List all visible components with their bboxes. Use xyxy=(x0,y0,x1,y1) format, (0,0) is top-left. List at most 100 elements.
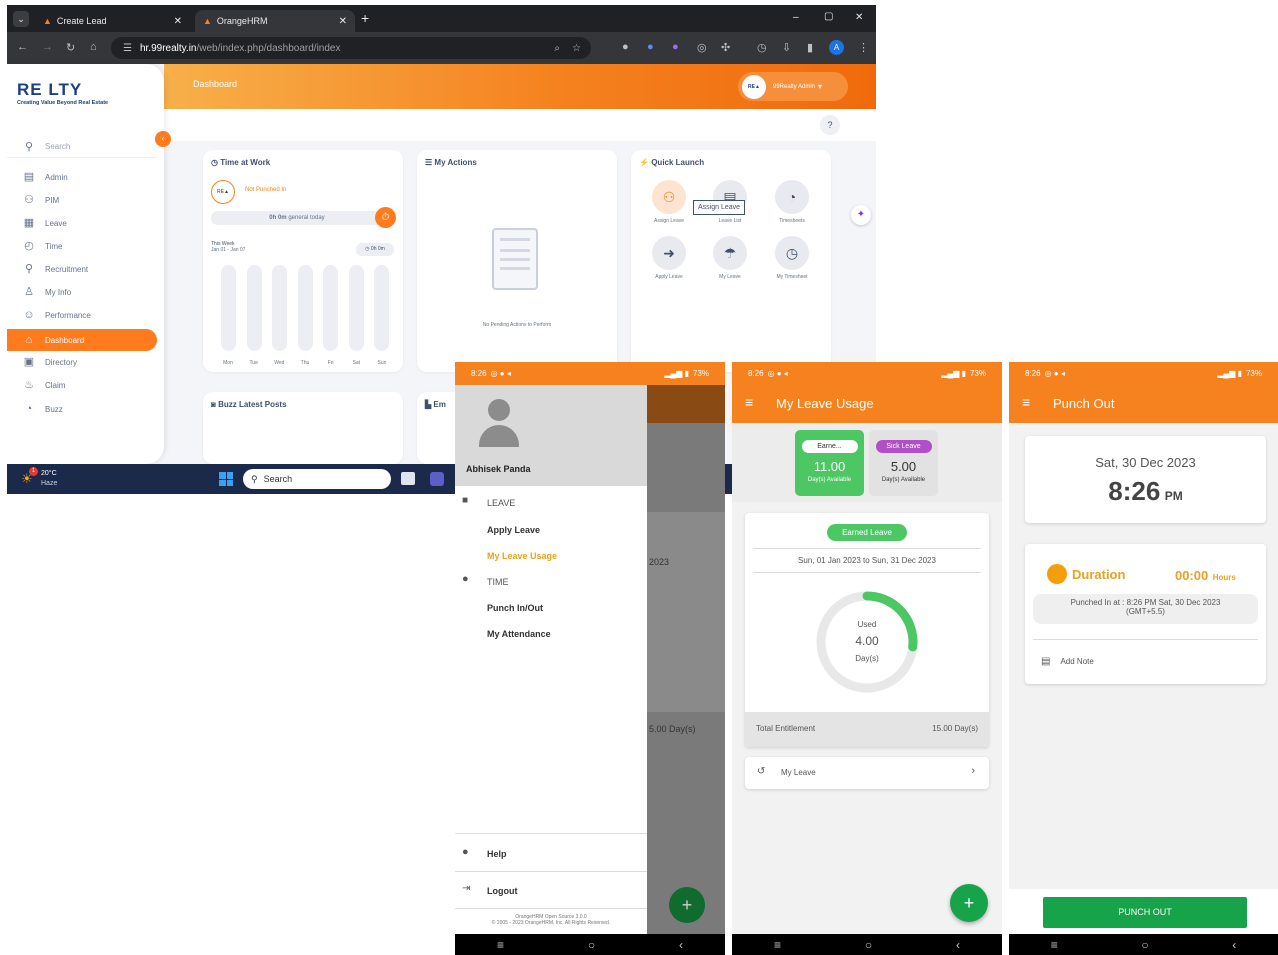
quick-launch-my-leave[interactable]: ☂ My Leave xyxy=(710,236,750,280)
sidebar-item-time[interactable]: ◴ Time xyxy=(7,235,157,257)
extension-icon[interactable]: ● xyxy=(622,41,629,53)
quick-launch-timesheets[interactable]: ◔ Timesheets xyxy=(772,180,812,224)
punch-out-button[interactable]: PUNCH OUT xyxy=(1043,897,1247,928)
sidebar-item-admin[interactable]: ▤ Admin xyxy=(7,166,157,188)
drawer-item-logout[interactable]: Logout xyxy=(487,886,518,896)
search-icon: ⚲ xyxy=(24,140,34,153)
back-chevron-icon[interactable]: ‹ xyxy=(956,938,960,952)
back-chevron-icon[interactable]: ‹ xyxy=(679,938,683,952)
home-circle-icon[interactable]: ○ xyxy=(865,938,872,952)
extension-icon[interactable]: ● xyxy=(647,41,654,53)
help-button[interactable]: ? xyxy=(820,115,840,135)
zoom-icon[interactable]: ⌕ xyxy=(554,43,560,54)
drawer-item-apply-leave[interactable]: Apply Leave xyxy=(487,525,540,535)
windows-start-icon[interactable] xyxy=(219,472,233,486)
menu-kebab-icon[interactable]: ⋮ xyxy=(858,41,869,54)
url-input[interactable]: ☰ hr.99realty.in /web/index.php/dashboar… xyxy=(111,37,591,59)
status-icons: ◎ ● ◂ xyxy=(490,369,511,378)
home-circle-icon[interactable]: ○ xyxy=(588,938,595,952)
my-leave-row[interactable]: ↺ My Leave › xyxy=(745,757,989,789)
duration-card: Duration 00:00 Hours Punched In at : 8:2… xyxy=(1025,544,1266,684)
sidebar-item-pim[interactable]: ⚇ PIM xyxy=(7,189,157,211)
tab-orangehrm[interactable]: ▲ OrangeHRM ✕ xyxy=(195,10,355,32)
leave-type-sick[interactable]: Sick Leave 5.00 Day(s) Available xyxy=(869,430,938,496)
bookmark-star-icon[interactable]: ☆ xyxy=(572,43,581,54)
quick-launch-assign-leave[interactable]: ⚇ Assign Leave xyxy=(649,180,689,224)
close-tab-icon[interactable]: ✕ xyxy=(339,16,347,27)
back-icon[interactable]: ← xyxy=(17,41,28,53)
close-window-button[interactable]: ✕ xyxy=(855,12,863,23)
sidebar-item-label: Leave xyxy=(45,218,67,228)
user-dropdown[interactable]: RE▲ 99Realty Admin ▾ xyxy=(738,72,848,101)
weather-desc: Haze xyxy=(41,480,58,487)
recents-icon[interactable]: ≡ xyxy=(774,938,781,952)
notification-badge: 1 xyxy=(29,467,38,476)
hamburger-menu-icon[interactable]: ≡ xyxy=(1022,394,1030,410)
sidebar-item-directory[interactable]: ▣ Directory xyxy=(7,351,157,373)
sidebar-collapse-button[interactable]: ‹ xyxy=(155,131,171,147)
drawer-item-punch[interactable]: Punch In/Out xyxy=(487,603,543,613)
home-icon[interactable]: ⌂ xyxy=(90,41,97,53)
site-info-icon[interactable]: ☰ xyxy=(123,43,132,54)
sidepanel-icon[interactable]: ▮ xyxy=(807,41,813,54)
tab-search-icon[interactable]: ⌄ xyxy=(13,11,29,27)
drawer-item-attendance[interactable]: My Attendance xyxy=(487,629,551,639)
profile-avatar[interactable]: A xyxy=(829,40,844,55)
today-rest: general today xyxy=(288,215,325,221)
sidebar-search-input[interactable]: ⚲ Search xyxy=(7,136,157,158)
sidebar-item-label: Time xyxy=(45,241,63,251)
recents-icon[interactable]: ≡ xyxy=(1051,938,1058,952)
sidebar-item-recruitment[interactable]: ⚲ Recruitment xyxy=(7,258,157,280)
extension-icon[interactable]: ● xyxy=(672,41,679,53)
extensions-puzzle-icon[interactable]: ✣ xyxy=(721,41,730,54)
leave-type-earned[interactable]: Earne... 11.00 Day(s) Available xyxy=(795,430,864,496)
ai-assist-icon[interactable]: ✦ xyxy=(851,205,871,225)
quick-launch-my-timesheet[interactable]: ◷ My Timesheet xyxy=(772,236,812,280)
extension-icon[interactable]: ◎ xyxy=(697,41,707,54)
sidebar-item-leave[interactable]: ▦ Leave xyxy=(7,212,157,234)
search-placeholder: Search xyxy=(263,474,293,484)
lightning-icon: ⚡ xyxy=(639,158,649,167)
breadcrumb: Dashboard xyxy=(193,79,238,89)
card-title-text: Quick Launch xyxy=(651,158,705,167)
restore-button[interactable]: ▢ xyxy=(824,11,833,22)
close-tab-icon[interactable]: ✕ xyxy=(174,16,182,27)
reload-icon[interactable]: ↻ xyxy=(66,41,75,54)
status-bar: 8:26 ◎ ● ◂ ▂▄▆ ▮ 73% xyxy=(1009,362,1278,385)
teams-icon[interactable] xyxy=(430,472,444,486)
punch-clock-button[interactable]: ⏱ xyxy=(375,207,396,228)
sidebar-item-buzz[interactable]: ◔ Buzz xyxy=(7,398,157,420)
sidebar-item-my-info[interactable]: ♙ My Info xyxy=(7,281,157,303)
sidebar-item-claim[interactable]: ♨ Claim xyxy=(7,374,157,396)
sidebar-item-dashboard[interactable]: ⌂ Dashboard xyxy=(7,329,157,351)
my-info-icon: ♙ xyxy=(24,286,34,298)
back-chevron-icon[interactable]: ‹ xyxy=(1232,938,1236,952)
taskbar-search-input[interactable]: ⚲ Search xyxy=(243,469,391,489)
minimize-button[interactable]: – xyxy=(793,12,799,23)
fab-add-button[interactable]: + xyxy=(669,887,705,923)
hamburger-menu-icon[interactable]: ≡ xyxy=(745,394,753,410)
punch-date: Sat, 30 Dec 2023 xyxy=(1095,455,1196,470)
quick-launch-apply-leave[interactable]: ➜ Apply Leave xyxy=(649,236,689,280)
sidebar-item-performance[interactable]: ☺ Performance xyxy=(7,304,157,326)
drawer-item-my-leave-usage[interactable]: My Leave Usage xyxy=(487,551,557,561)
new-tab-button[interactable]: + xyxy=(361,10,369,26)
pim-icon: ⚇ xyxy=(24,194,34,206)
claim-icon: ♨ xyxy=(24,379,34,391)
home-circle-icon[interactable]: ○ xyxy=(1141,938,1148,952)
download-icon[interactable]: ⇩ xyxy=(782,41,791,54)
help-icon: ● xyxy=(462,846,469,858)
tab-create-lead[interactable]: ▲ Create Lead ✕ xyxy=(35,10,190,32)
dimmed-background: 2023 5.00 Day(s) + xyxy=(647,362,725,955)
time-icon: ◴ xyxy=(24,240,34,252)
file-explorer-icon[interactable] xyxy=(401,472,415,485)
drawer-item-help[interactable]: Help xyxy=(487,849,507,859)
quick-launch-card: ⚡ Quick Launch ⚇ Assign Leave ▤ Leave List… xyxy=(631,150,831,372)
status-time: 8:26 xyxy=(471,369,487,378)
fab-add-button[interactable]: + xyxy=(950,884,988,922)
leave-type-strip: Earne... 11.00 Day(s) Available Sick Lea… xyxy=(732,423,1002,502)
add-note-row[interactable]: ▤ Add Note xyxy=(1041,656,1094,667)
recents-icon[interactable]: ≡ xyxy=(497,938,504,952)
forward-icon[interactable]: → xyxy=(42,41,53,53)
history-icon[interactable]: ◷ xyxy=(757,41,767,54)
